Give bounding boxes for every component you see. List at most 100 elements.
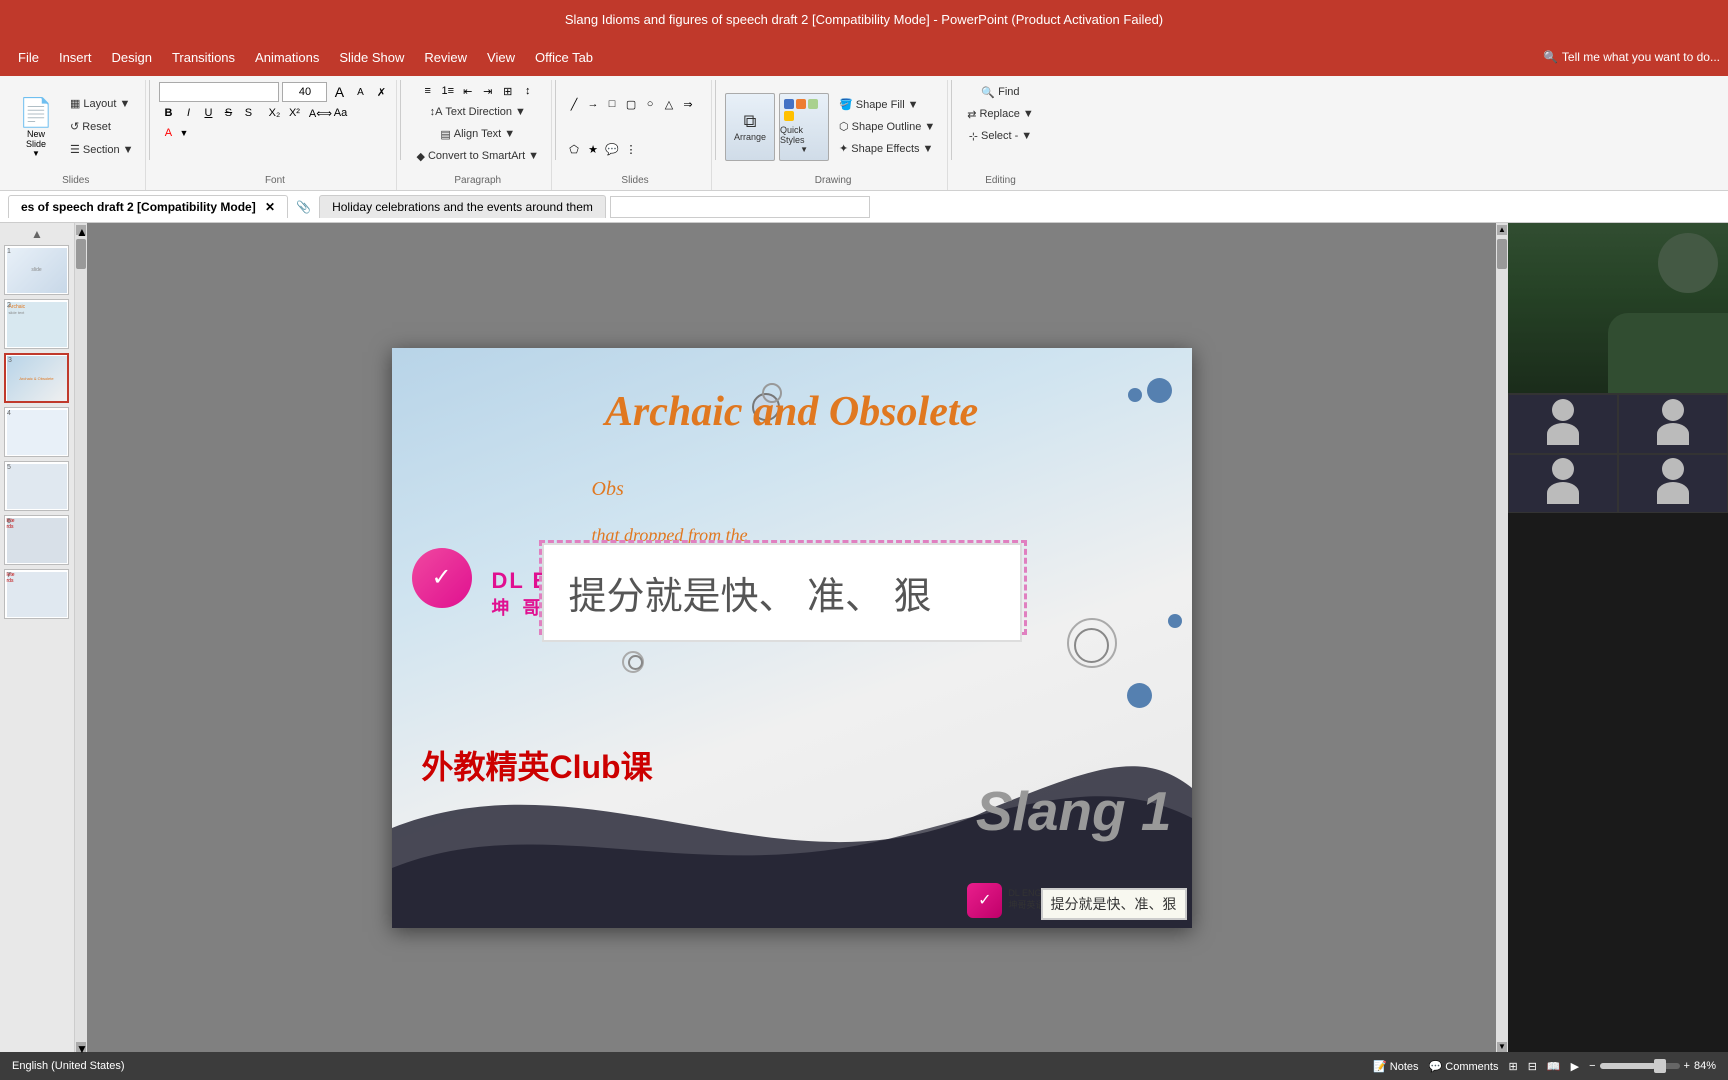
scroll-up-button[interactable]: ▲ xyxy=(4,227,70,241)
scroll-down-arrow[interactable]: ▼ xyxy=(76,1042,86,1052)
section-button[interactable]: ☰ Section ▼ xyxy=(64,140,139,160)
font-name-input[interactable] xyxy=(159,82,279,102)
tell-me[interactable]: 🔍 Tell me what you want to do... xyxy=(1543,50,1720,64)
zoom-thumb[interactable] xyxy=(1654,1059,1666,1073)
zoom-slider[interactable] xyxy=(1600,1063,1680,1069)
menu-review[interactable]: Review xyxy=(414,44,477,71)
columns-button[interactable]: ⊞ xyxy=(499,82,517,100)
scroll-up-btn[interactable]: ▲ xyxy=(1497,225,1507,235)
select-button[interactable]: ⊹ Select - ▼ xyxy=(963,126,1038,146)
shape-rounded-rect[interactable]: ▢ xyxy=(622,95,640,113)
shape-right-arrow[interactable]: ⇒ xyxy=(679,95,697,113)
tab-separator: 📎 xyxy=(292,200,315,214)
menu-slideshow[interactable]: Slide Show xyxy=(329,44,414,71)
zoom-control[interactable]: − + 84% xyxy=(1589,1060,1716,1072)
clear-format-button[interactable]: ✗ xyxy=(372,83,390,101)
find-button[interactable]: 🔍 Find xyxy=(975,82,1025,102)
right-canvas-scrollbar[interactable]: ▲ ▼ xyxy=(1496,223,1508,1052)
bold-button[interactable]: B xyxy=(159,104,177,122)
reset-button[interactable]: ↺ Reset xyxy=(64,117,139,137)
scroll-thumb[interactable] xyxy=(76,239,86,269)
change-case-button[interactable]: Aa xyxy=(331,104,349,122)
menu-insert[interactable]: Insert xyxy=(49,44,102,71)
slide-thumb-7[interactable]: 7 leterds xyxy=(4,569,69,619)
slide-thumb-4[interactable]: 4 xyxy=(4,407,69,457)
find-label: Find xyxy=(998,86,1019,98)
text-shadow-button[interactable]: S xyxy=(239,104,257,122)
slide-sorter-button[interactable]: ⊟ xyxy=(1528,1060,1537,1073)
shape-star[interactable]: ★ xyxy=(584,140,602,158)
slide-thumb-5[interactable]: 5 xyxy=(4,461,69,511)
font-color-button[interactable]: A xyxy=(159,124,177,142)
align-text-button[interactable]: ▤ Align Text ▼ xyxy=(434,124,521,144)
scroll-up-arrow[interactable]: ▲ xyxy=(76,225,86,235)
v-scroll-thumb[interactable] xyxy=(1497,239,1507,269)
title-bar: Slang Idioms and figures of speech draft… xyxy=(0,0,1728,38)
slide-thumb-1[interactable]: 1 slide xyxy=(4,245,69,295)
shape-callout[interactable]: 💬 xyxy=(603,140,621,158)
numbered-list-button[interactable]: 1≡ xyxy=(439,82,457,100)
search-tab-input[interactable] xyxy=(610,196,870,218)
bottom-logo-icon: ✓ xyxy=(967,883,1002,918)
font-size-decrease[interactable]: A xyxy=(351,83,369,101)
left-scrollbar[interactable]: ▲ ▼ xyxy=(75,223,87,1052)
new-slide-button[interactable]: 📄 New Slide ▼ xyxy=(12,96,60,158)
notes-button[interactable]: 📝 Notes xyxy=(1373,1060,1419,1073)
bullets-button[interactable]: ≡ xyxy=(419,82,437,100)
tab-second-file[interactable]: Holiday celebrations and the events arou… xyxy=(319,195,606,218)
convert-smartart-button[interactable]: ◆ Convert to SmartArt ▼ xyxy=(410,146,545,166)
shape-outline-button[interactable]: ⬡ Shape Outline ▼ xyxy=(833,117,941,137)
shape-effects-button[interactable]: ✦ Shape Effects ▼ xyxy=(833,139,941,159)
ribbon-drawing-section: ⧉ Arrange Quick Styles ▼ 🪣 Shape Fill ▼ xyxy=(719,80,948,190)
slide-abs-text: Obs xyxy=(592,478,624,501)
text-direction-button[interactable]: ↕A Text Direction ▼ xyxy=(424,102,532,122)
menu-view[interactable]: View xyxy=(477,44,525,71)
shape-line[interactable]: ╱ xyxy=(565,95,583,113)
comments-button[interactable]: 💬 Comments xyxy=(1429,1060,1499,1073)
menu-transitions[interactable]: Transitions xyxy=(162,44,245,71)
replace-button[interactable]: ⇄ Replace ▼ xyxy=(961,104,1039,124)
menu-file[interactable]: File xyxy=(8,44,49,71)
menu-design[interactable]: Design xyxy=(101,44,161,71)
superscript-button[interactable]: X² xyxy=(285,104,303,122)
slide-options: ▦ Layout ▼ ↺ Reset ☰ Section ▼ xyxy=(64,94,139,160)
character-spacing-button[interactable]: A⟺ xyxy=(311,104,329,122)
layout-button[interactable]: ▦ Layout ▼ xyxy=(64,94,139,114)
shape-fill-button[interactable]: 🪣 Shape Fill ▼ xyxy=(833,95,941,115)
shape-arrow[interactable]: → xyxy=(584,95,602,113)
increase-indent-button[interactable]: ⇥ xyxy=(479,82,497,100)
strikethrough-button[interactable]: S xyxy=(219,104,237,122)
new-slide-chevron: ▼ xyxy=(32,149,40,158)
zoom-out-button[interactable]: − xyxy=(1589,1060,1595,1072)
slide-show-button[interactable]: ▶ xyxy=(1571,1060,1579,1073)
tab-close-icon[interactable]: ✕ xyxy=(265,200,275,214)
subscript-button[interactable]: X₂ xyxy=(265,104,283,122)
line-spacing-button[interactable]: ↕ xyxy=(519,82,537,100)
italic-button[interactable]: I xyxy=(179,104,197,122)
slide-thumb-3[interactable]: 3 Archaic & Obsolete xyxy=(4,353,69,403)
font-size-increase[interactable]: A xyxy=(330,83,348,101)
arrange-button[interactable]: ⧉ Arrange xyxy=(725,93,775,161)
tab-current-file[interactable]: es of speech draft 2 [Compatibility Mode… xyxy=(8,195,288,218)
reading-view-button[interactable]: 📖 xyxy=(1547,1060,1561,1073)
shape-triangle[interactable]: △ xyxy=(660,95,678,113)
scroll-down-btn[interactable]: ▼ xyxy=(1497,1042,1507,1052)
slide-canvas[interactable]: Archaic and Obsolete Obs that dropped fr… xyxy=(392,348,1192,928)
webcam-overlay xyxy=(1508,223,1728,393)
shape-pentagon[interactable]: ⬠ xyxy=(565,140,583,158)
shape-rect[interactable]: □ xyxy=(603,95,621,113)
webcam-cell-1 xyxy=(1508,394,1618,454)
menu-animations[interactable]: Animations xyxy=(245,44,329,71)
normal-view-button[interactable]: ⊞ xyxy=(1508,1060,1517,1073)
slide-thumb-6[interactable]: 6 leterds xyxy=(4,515,69,565)
menu-officetab[interactable]: Office Tab xyxy=(525,44,603,71)
more-shapes[interactable]: ⋮ xyxy=(622,140,640,158)
zoom-in-button[interactable]: + xyxy=(1684,1060,1690,1072)
slide-thumb-2[interactable]: 2 Archaic slide text xyxy=(4,299,69,349)
quick-styles-button[interactable]: Quick Styles ▼ xyxy=(779,93,829,161)
dot-4 xyxy=(1168,614,1182,628)
font-size-input[interactable] xyxy=(282,82,327,102)
decrease-indent-button[interactable]: ⇤ xyxy=(459,82,477,100)
shape-oval[interactable]: ○ xyxy=(641,95,659,113)
underline-button[interactable]: U xyxy=(199,104,217,122)
